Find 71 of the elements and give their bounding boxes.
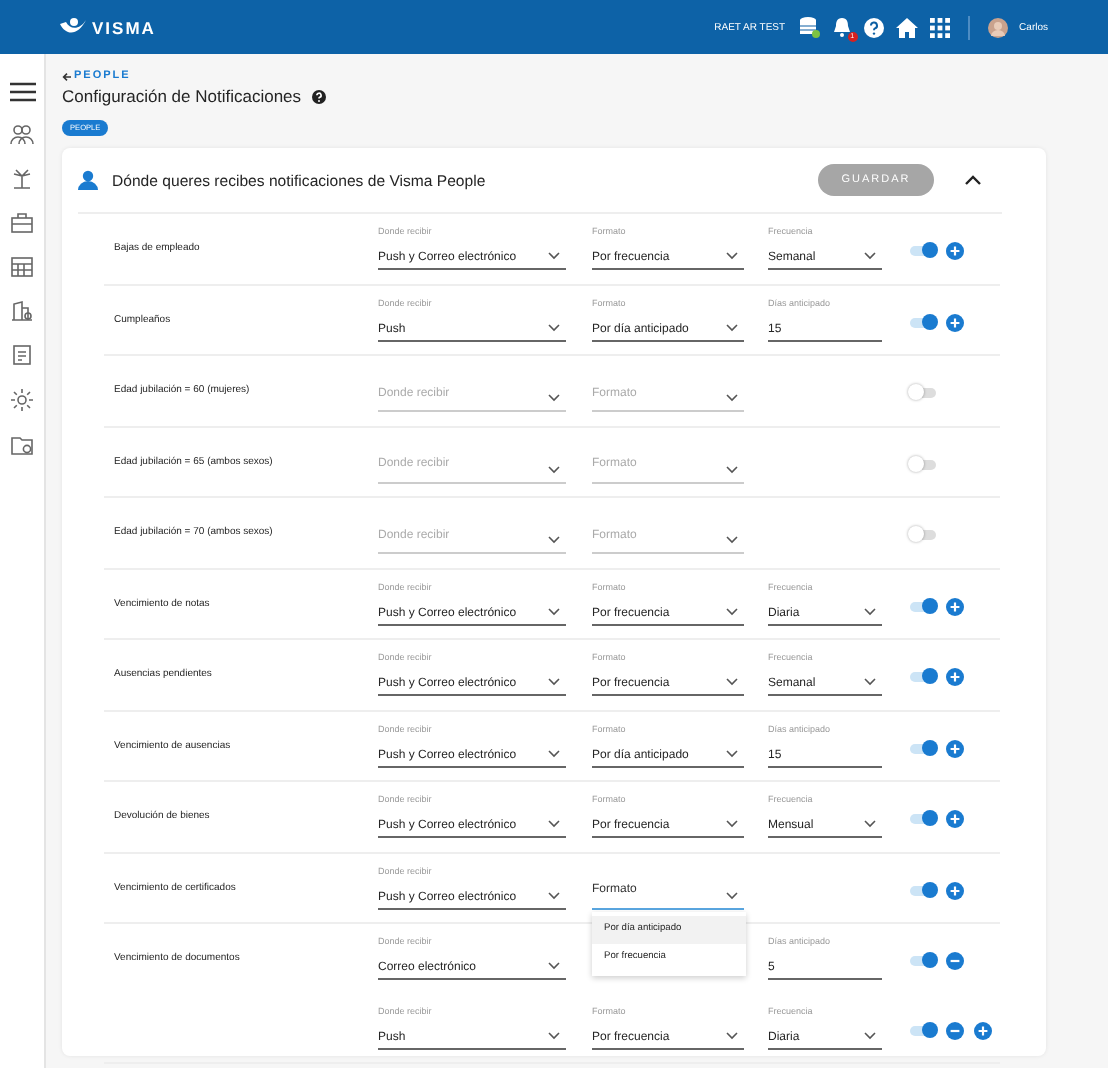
- people-icon[interactable]: [10, 124, 34, 146]
- toggle-switch[interactable]: [910, 388, 936, 399]
- toggle-switch[interactable]: [910, 317, 936, 328]
- add-icon[interactable]: [974, 1021, 992, 1040]
- person-icon: [78, 170, 98, 190]
- page-title: Configuración de Notificaciones: [62, 86, 302, 106]
- caret-icon: [864, 607, 876, 616]
- caret-icon: [864, 1031, 876, 1040]
- add-icon[interactable]: [946, 739, 964, 758]
- calendar-icon[interactable]: [10, 256, 34, 278]
- remove-icon[interactable]: [946, 952, 964, 971]
- palm-tree-icon[interactable]: [10, 168, 34, 190]
- caret-icon: [548, 252, 560, 261]
- bell-icon[interactable]: [831, 16, 852, 38]
- caret-icon: [548, 1031, 560, 1040]
- building-icon[interactable]: [10, 300, 34, 322]
- add-icon[interactable]: [946, 597, 964, 616]
- avatar-icon[interactable]: [987, 17, 1008, 37]
- caret-icon: [726, 323, 738, 332]
- help-icon[interactable]: [863, 17, 884, 37]
- caret-icon: [726, 394, 738, 403]
- home-icon[interactable]: [895, 17, 918, 37]
- toggle-switch[interactable]: [910, 459, 936, 470]
- caret-icon: [548, 394, 560, 403]
- caret-icon: [726, 1031, 738, 1040]
- menu-icon[interactable]: [9, 82, 35, 102]
- toggle-switch[interactable]: [910, 530, 936, 541]
- toggle-switch[interactable]: [910, 601, 936, 612]
- caret-icon: [548, 323, 560, 332]
- toggle-switch[interactable]: [910, 672, 936, 683]
- toggle-switch[interactable]: [910, 956, 936, 967]
- caret-icon: [548, 536, 560, 545]
- toggle-switch[interactable]: [910, 814, 936, 825]
- logo-icon: [60, 18, 86, 36]
- caret-icon: [548, 465, 560, 474]
- caret-icon: [548, 749, 560, 758]
- database-icon[interactable]: [797, 16, 820, 38]
- back-arrow-icon[interactable]: [62, 71, 72, 81]
- apps-grid-icon[interactable]: [929, 17, 950, 37]
- toggle-switch[interactable]: [910, 1025, 936, 1036]
- remove-icon[interactable]: [946, 1021, 964, 1040]
- caret-icon: [864, 678, 876, 687]
- toggle-switch[interactable]: [910, 246, 936, 257]
- folder-icon[interactable]: [10, 434, 34, 456]
- caret-icon: [726, 465, 738, 474]
- caret-icon: [548, 607, 560, 616]
- caret-icon: [726, 252, 738, 261]
- caret-icon: [726, 536, 738, 545]
- caret-icon: [548, 962, 560, 971]
- caret-icon: [726, 678, 738, 687]
- add-icon[interactable]: [946, 881, 964, 900]
- caret-icon: [726, 607, 738, 616]
- document-icon[interactable]: [10, 344, 34, 366]
- add-icon[interactable]: [946, 242, 964, 261]
- chevron-icon[interactable]: [964, 174, 982, 186]
- add-icon[interactable]: [946, 313, 964, 332]
- toggle-switch[interactable]: [910, 885, 936, 896]
- briefcase-icon[interactable]: [10, 212, 34, 234]
- caret-icon: [726, 820, 738, 829]
- add-icon[interactable]: [946, 810, 964, 829]
- caret-icon: [548, 678, 560, 687]
- caret-icon: [864, 820, 876, 829]
- logo-text: VISMA: [92, 17, 156, 37]
- toggle-switch[interactable]: [910, 743, 936, 754]
- caret-icon: [548, 820, 560, 829]
- add-icon[interactable]: [946, 668, 964, 687]
- caret-icon: [726, 891, 738, 900]
- caret-icon: [864, 252, 876, 261]
- help-icon[interactable]: [311, 89, 326, 103]
- caret-icon: [726, 749, 738, 758]
- caret-icon: [548, 891, 560, 900]
